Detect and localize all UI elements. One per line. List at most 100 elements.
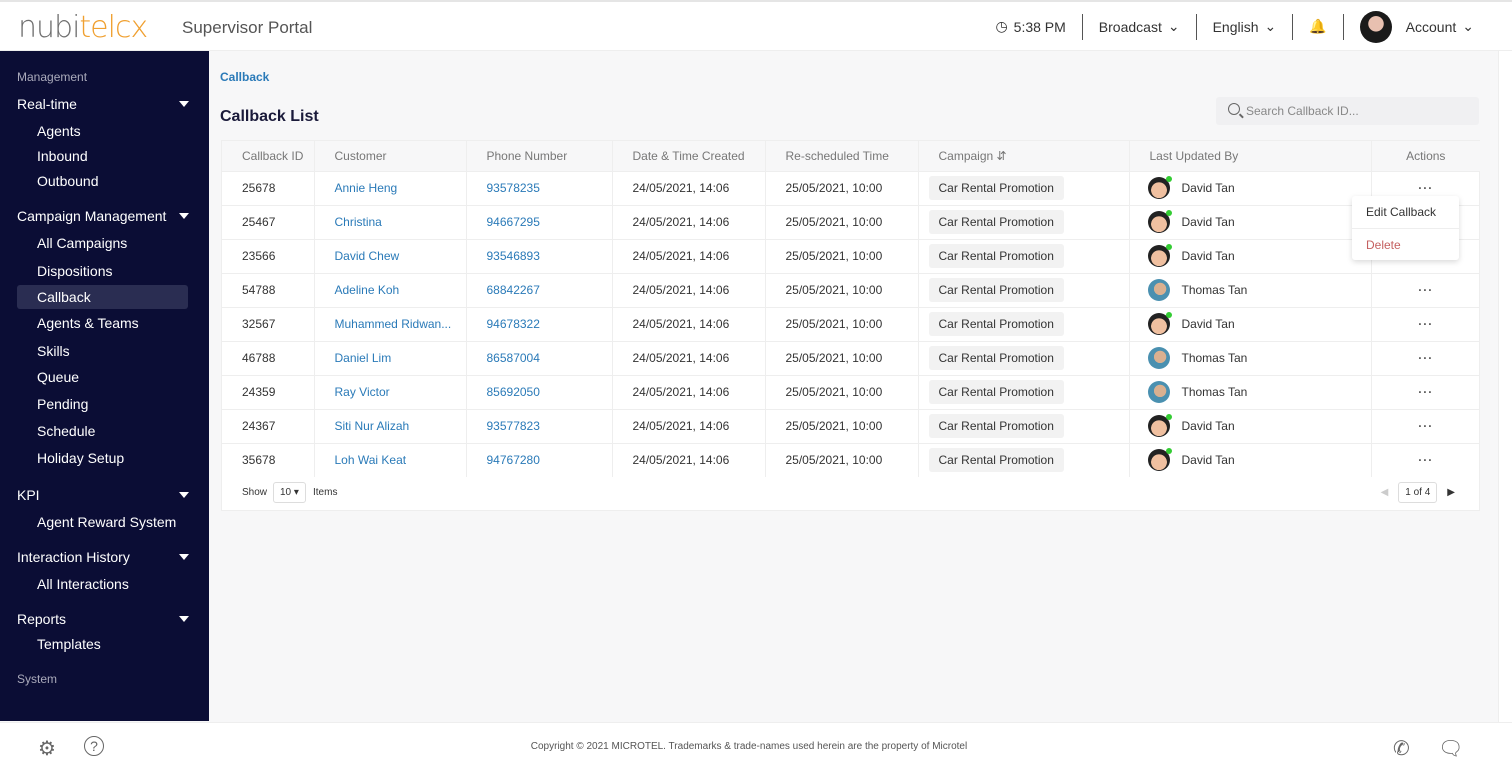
account-dropdown[interactable]: Account ⌄	[1344, 10, 1512, 43]
callback-table: Callback ID Customer Phone Number Date & Ti…	[221, 140, 1480, 511]
updated-by: Thomas Tan	[1181, 385, 1248, 399]
sidebar-item-agent-reward-system[interactable]: Agent Reward System	[37, 514, 176, 530]
avatar	[1147, 244, 1172, 267]
search-input[interactable]: Search Callback ID...	[1216, 97, 1479, 125]
customer-link[interactable]: Siti Nur Alizah	[335, 419, 410, 433]
sidebar-item-holiday-setup[interactable]: Holiday Setup	[37, 450, 124, 466]
customer-link[interactable]: Annie Heng	[335, 181, 398, 195]
sidebar-item-inbound[interactable]: Inbound	[37, 148, 88, 164]
campaign-tag: Car Rental Promotion	[928, 380, 1064, 404]
customer-link[interactable]: Muhammed Ridwan...	[335, 317, 452, 331]
column-header-customer: Customer	[314, 141, 467, 171]
avatar	[1147, 312, 1172, 335]
edit-callback-menu-item[interactable]: Edit Callback	[1352, 196, 1459, 228]
phone-link[interactable]: 94667295	[487, 215, 540, 229]
page-indicator[interactable]: 1 of 4	[1398, 482, 1438, 503]
phone-link[interactable]: 68842267	[487, 283, 540, 297]
more-actions-icon[interactable]: ···	[1418, 181, 1433, 195]
sidebar-item-schedule[interactable]: Schedule	[37, 423, 95, 439]
section-label-system: System	[17, 672, 58, 686]
avatar	[1147, 176, 1172, 199]
sidebar-group-kpi[interactable]: KPI	[17, 487, 40, 503]
broadcast-dropdown[interactable]: Broadcast ⌄	[1083, 13, 1197, 40]
customer-link[interactable]: Ray Victor	[335, 385, 390, 399]
phone-link[interactable]: 93578235	[487, 181, 540, 195]
notifications-button[interactable]: 🔔	[1293, 13, 1344, 40]
search-icon	[1228, 103, 1240, 115]
date-created: 24/05/2021, 14:06	[612, 306, 766, 341]
customer-link[interactable]: Loh Wai Keat	[335, 453, 407, 467]
sidebar-group-real-time[interactable]: Real-time	[17, 96, 77, 112]
section-label-management: Management	[17, 70, 88, 84]
logo: nubitelcx	[18, 10, 148, 45]
online-status-icon	[1165, 210, 1172, 216]
sidebar-item-pending[interactable]: Pending	[37, 396, 88, 412]
phone-link[interactable]: 94678322	[487, 317, 540, 331]
next-page-icon[interactable]: ▶	[1447, 487, 1455, 498]
sidebar-item-outbound[interactable]: Outbound	[37, 173, 99, 189]
updated-by: David Tan	[1181, 215, 1235, 229]
date-created: 24/05/2021, 14:06	[612, 408, 766, 443]
scrollbar[interactable]	[1498, 51, 1512, 722]
delete-menu-item[interactable]: Delete	[1352, 228, 1459, 260]
caret-down-icon[interactable]	[179, 101, 189, 107]
sidebar-item-skills[interactable]: Skills	[37, 343, 70, 359]
sidebar-group-interaction-history[interactable]: Interaction History	[17, 549, 130, 565]
sidebar-item-agents-teams[interactable]: Agents & Teams	[37, 315, 139, 331]
sidebar-item-queue[interactable]: Queue	[37, 369, 79, 385]
avatar	[1147, 210, 1172, 233]
more-actions-icon[interactable]: ···	[1418, 385, 1433, 399]
avatar	[1147, 347, 1170, 369]
more-actions-icon[interactable]: ···	[1418, 283, 1433, 297]
breadcrumb[interactable]: Callback	[220, 70, 269, 84]
phone-icon[interactable]: ✆	[1393, 736, 1410, 761]
clock-icon: ◷	[995, 18, 1008, 34]
campaign-tag: Car Rental Promotion	[928, 346, 1064, 370]
sidebar-item-dispositions[interactable]: Dispositions	[37, 263, 112, 279]
more-actions-icon[interactable]: ···	[1418, 453, 1433, 467]
customer-link[interactable]: Daniel Lim	[335, 351, 392, 365]
more-actions-icon[interactable]: ···	[1418, 419, 1433, 433]
caret-down-icon[interactable]	[179, 616, 189, 622]
clock: ◷ 5:38 PM	[979, 13, 1083, 40]
sidebar-item-all-campaigns[interactable]: All Campaigns	[37, 235, 127, 251]
phone-link[interactable]: 94767280	[487, 453, 540, 467]
prev-page-icon[interactable]: ◀	[1381, 487, 1389, 498]
sidebar-item-callback[interactable]: Callback	[37, 289, 91, 305]
sidebar-item-all-interactions[interactable]: All Interactions	[37, 576, 129, 592]
more-actions-icon[interactable]: ···	[1418, 351, 1433, 365]
rescheduled-time: 25/05/2021, 10:00	[765, 340, 919, 375]
callback-id: 32567	[222, 306, 315, 341]
column-header-phone-number: Phone Number	[466, 141, 613, 171]
column-header-last-updated-by: Last Updated By	[1129, 141, 1372, 171]
customer-link[interactable]: David Chew	[335, 249, 400, 263]
language-dropdown[interactable]: English ⌄	[1197, 13, 1294, 40]
updated-by: David Tan	[1181, 317, 1235, 331]
caret-down-icon[interactable]	[179, 554, 189, 560]
top-header: nubitelcx Supervisor Portal ◷ 5:38 PM Bro…	[0, 0, 1512, 51]
page-size-select[interactable]: 10 ▾	[273, 482, 306, 503]
caret-down-icon[interactable]	[179, 213, 189, 219]
column-header-campaign-[interactable]: Campaign ⇵	[918, 141, 1130, 171]
phone-link[interactable]: 85692050	[487, 385, 540, 399]
caret-down-icon[interactable]	[179, 492, 189, 498]
date-created: 24/05/2021, 14:06	[612, 272, 766, 307]
customer-link[interactable]: Adeline Koh	[335, 283, 400, 297]
phone-link[interactable]: 93546893	[487, 249, 540, 263]
online-status-icon	[1165, 312, 1172, 318]
sidebar-item-templates[interactable]: Templates	[37, 636, 101, 652]
campaign-tag: Car Rental Promotion	[928, 312, 1064, 336]
chat-icon[interactable]: 🗨	[1438, 736, 1463, 761]
sidebar-group-campaign-management[interactable]: Campaign Management	[17, 208, 166, 224]
chevron-down-icon: ⌄	[1264, 18, 1277, 34]
footer: ⚙ ? Copyright © 2021 MICROTEL. Trademark…	[0, 722, 1512, 768]
date-created: 24/05/2021, 14:06	[612, 170, 766, 205]
updated-by: David Tan	[1181, 453, 1235, 468]
more-actions-icon[interactable]: ···	[1418, 317, 1433, 331]
sidebar-group-reports[interactable]: Reports	[17, 611, 66, 627]
phone-link[interactable]: 86587004	[487, 351, 540, 365]
table-row: 25467 Christina 94667295 24/05/2021, 14:…	[222, 204, 1480, 239]
customer-link[interactable]: Christina	[335, 215, 382, 229]
phone-link[interactable]: 93577823	[487, 419, 540, 433]
sidebar-item-agents[interactable]: Agents	[37, 123, 81, 139]
